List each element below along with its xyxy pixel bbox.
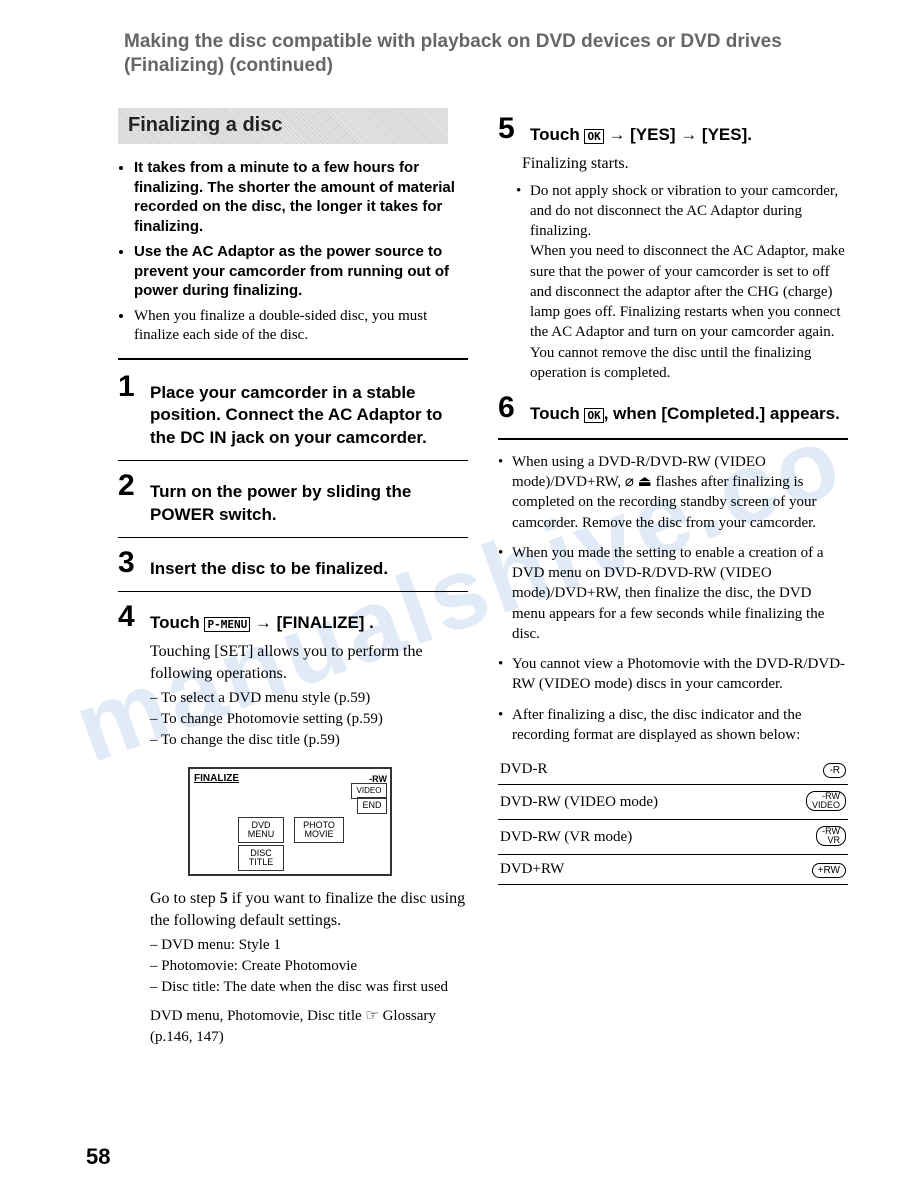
step-text: Touch OK, when [Completed.] appears. (530, 393, 848, 426)
step6-prefix: Touch (530, 404, 584, 423)
section-heading: Finalizing a disc (128, 114, 282, 137)
screen-label: FINALIZE (194, 773, 239, 784)
step4-option: To select a DVD menu style (p.59) (150, 690, 468, 707)
step5-after: Finalizing starts. (522, 153, 848, 175)
step-number: 2 (118, 471, 142, 501)
step-text: Place your camcorder in a stable positio… (150, 372, 468, 451)
table-row: DVD-RW (VR mode) -RW VR (498, 820, 848, 855)
step4-defaults: DVD menu: Style 1 Photomovie: Create Pho… (150, 937, 468, 996)
step4-prefix: Touch (150, 613, 204, 632)
intro-note: When you finalize a double-sided disc, y… (134, 307, 468, 346)
step-number: 4 (118, 602, 142, 632)
step5-prefix: Touch (530, 125, 584, 144)
indicator-label: DVD+RW (498, 855, 773, 885)
left-column: Finalizing a disc It takes from a minute… (118, 108, 468, 1047)
step-3: 3 Insert the disc to be finalized. (118, 548, 468, 581)
table-row: DVD+RW +RW (498, 855, 848, 885)
indicator-icon: -RW VIDEO (806, 791, 846, 811)
indicator-label: DVD-RW (VIDEO mode) (498, 785, 773, 820)
intro-bullet-list: It takes from a minute to a few hours fo… (118, 158, 468, 346)
step5-notes: Do not apply shock or vibration to your … (516, 181, 848, 384)
indicator-icon: +RW (812, 863, 846, 878)
default-item: Disc title: The date when the disc was f… (150, 979, 468, 996)
screen-dvd-menu-button: DVD MENU (238, 817, 284, 843)
screen-end-button: END (357, 797, 387, 814)
step4-goto: Go to step 5 if you want to finalize the… (150, 888, 468, 931)
step6-suffix: , when [Completed.] appears. (604, 404, 840, 423)
post-note: When you made the setting to enable a cr… (498, 543, 848, 644)
post-notes: When using a DVD-R/DVD-RW (VIDEO mode)/D… (498, 452, 848, 745)
default-item: DVD menu: Style 1 (150, 937, 468, 954)
post-note: When using a DVD-R/DVD-RW (VIDEO mode)/D… (498, 452, 848, 533)
step-text: Touch P-MENU → [FINALIZE] . (150, 602, 468, 635)
step-number: 5 (498, 114, 522, 144)
step4-option: To change Photomovie setting (p.59) (150, 711, 468, 728)
step5-suffix: → [YES] → [YES]. (604, 125, 752, 144)
default-item: Photomovie: Create Photomovie (150, 958, 468, 975)
step-6: 6 Touch OK, when [Completed.] appears. (498, 393, 848, 426)
page-title: Making the disc compatible with playback… (124, 30, 824, 78)
ok-button-icon: OK (584, 408, 603, 423)
indicator-label: DVD-RW (VR mode) (498, 820, 773, 855)
table-row: DVD-RW (VIDEO mode) -RW VIDEO (498, 785, 848, 820)
step4-options: To select a DVD menu style (p.59) To cha… (150, 690, 468, 749)
step4-suffix: → [FINALIZE] . (250, 613, 374, 632)
indicator-icon: -RW VR (816, 826, 846, 846)
step-text: Touch OK → [YES] → [YES]. (530, 114, 848, 147)
table-row: DVD-R -R (498, 755, 848, 785)
screen-photo-movie-button: PHOTO MOVIE (294, 817, 344, 843)
step-2: 2 Turn on the power by sliding the POWER… (118, 471, 468, 527)
goto-a: Go to step (150, 890, 220, 907)
right-column: 5 Touch OK → [YES] → [YES]. Finalizing s… (498, 108, 848, 1047)
intro-bullet: Use the AC Adaptor as the power source t… (134, 242, 468, 301)
goto-b: 5 (220, 890, 228, 907)
glossary-note: DVD menu, Photomovie, Disc title ☞ Gloss… (150, 1006, 468, 1047)
screen-disc-title-button: DISC TITLE (238, 845, 284, 871)
step-1: 1 Place your camcorder in a stable posit… (118, 372, 468, 451)
pmenu-button-icon: P-MENU (204, 617, 250, 632)
post-note: You cannot view a Photomovie with the DV… (498, 654, 848, 695)
step4-option: To change the disc title (p.59) (150, 732, 468, 749)
ok-button-icon: OK (584, 129, 603, 144)
intro-bullet: It takes from a minute to a few hours fo… (134, 158, 468, 236)
step-number: 3 (118, 548, 142, 578)
step-number: 6 (498, 393, 522, 423)
indicator-icon: -R (823, 763, 846, 778)
page-number: 58 (86, 1144, 110, 1170)
step-number: 1 (118, 372, 142, 402)
step-text: Insert the disc to be finalized. (150, 548, 468, 581)
step5-note: Do not apply shock or vibration to your … (516, 181, 848, 384)
step-5: 5 Touch OK → [YES] → [YES]. (498, 114, 848, 147)
indicator-label: DVD-R (498, 755, 773, 785)
step-4: 4 Touch P-MENU → [FINALIZE] . (118, 602, 468, 635)
step4-description: Touching [SET] allows you to perform the… (150, 641, 468, 684)
finalize-screen-illustration: FINALIZE -RW VIDEO END DVD MENU PHOTO MO… (188, 767, 392, 876)
section-heading-band: Finalizing a disc (118, 108, 468, 144)
indicator-table: DVD-R -R DVD-RW (VIDEO mode) -RW VIDEO D… (498, 755, 848, 885)
post-note: After finalizing a disc, the disc indica… (498, 705, 848, 746)
step-text: Turn on the power by sliding the POWER s… (150, 471, 468, 527)
